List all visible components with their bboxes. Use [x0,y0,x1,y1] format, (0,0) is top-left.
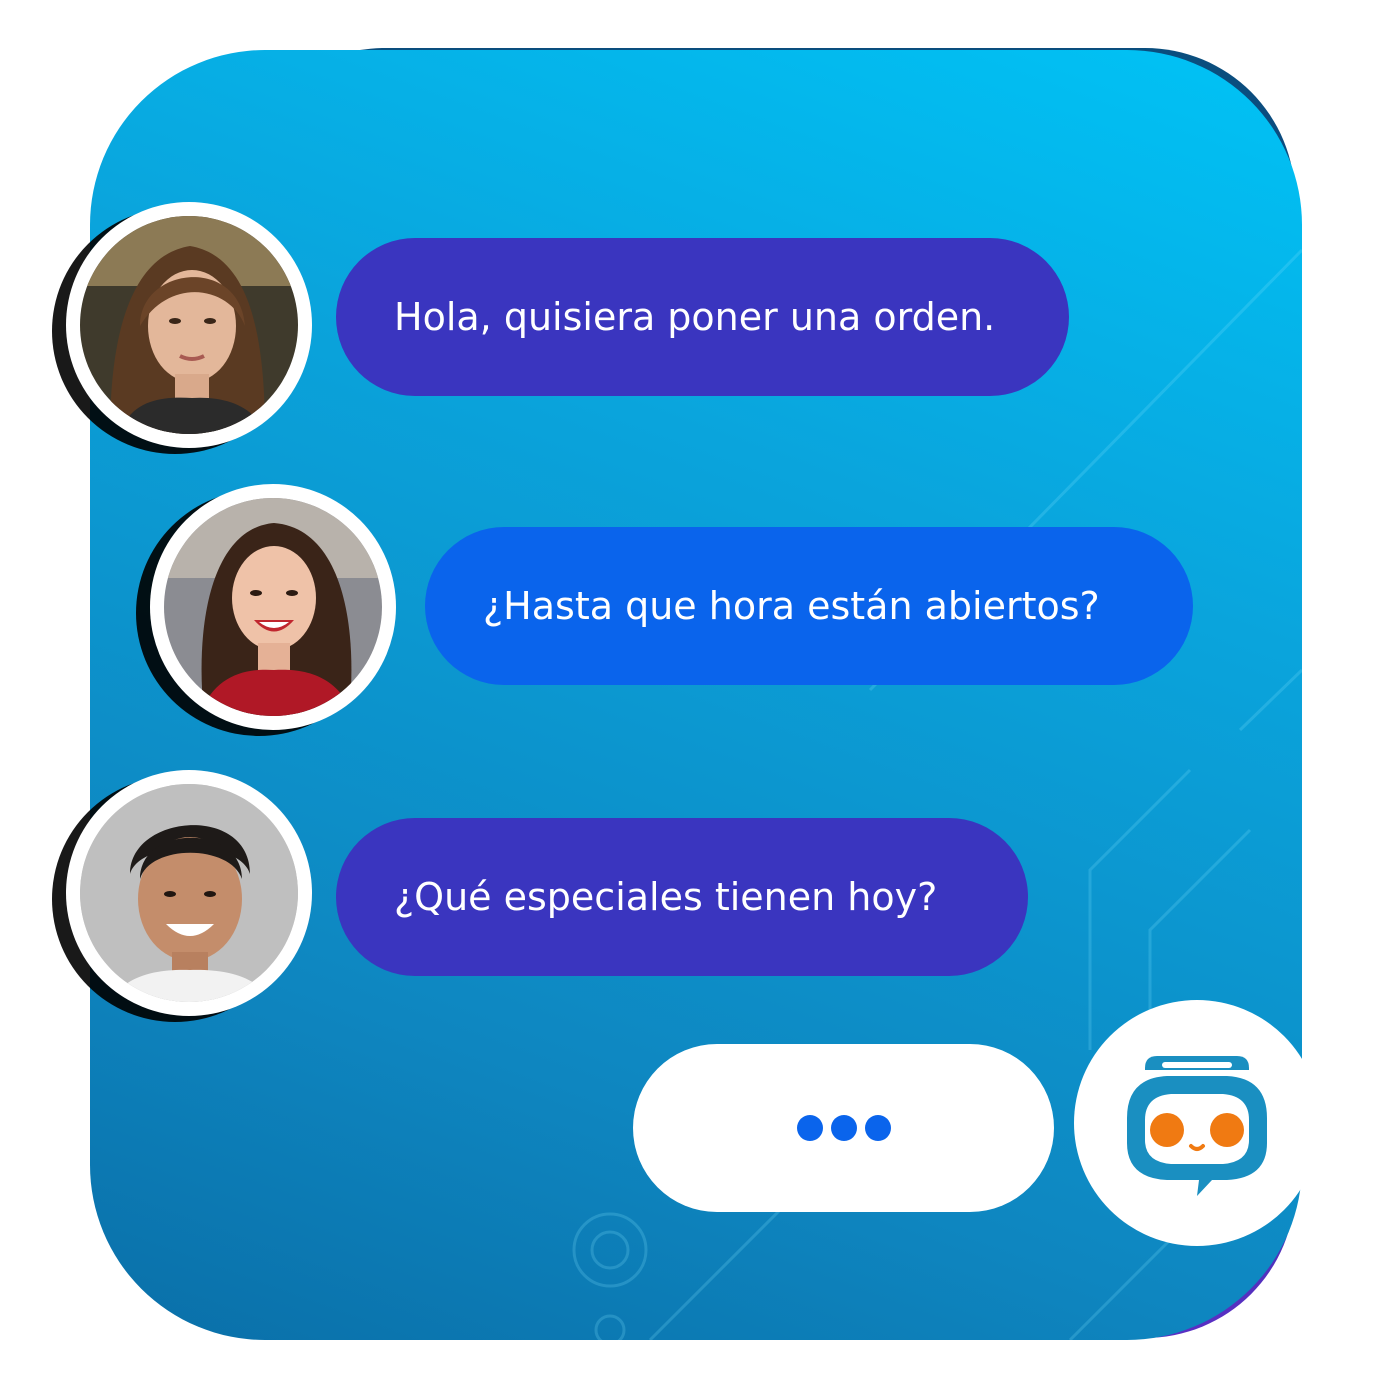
message-bubble-3: ¿Qué especiales tienen hoy? [336,818,1028,976]
chat-illustration: Hola, quisiera poner una orden. ¿Hasta q… [0,0,1390,1390]
typing-dot [864,1115,891,1141]
message-bubble-2: ¿Hasta que hora están abiertos? [425,527,1193,685]
avatar-woman-smiling [150,484,396,730]
chatbot-avatar[interactable] [1074,1000,1320,1246]
typing-dot [796,1115,823,1141]
chatbot-robot-icon [1127,1056,1267,1196]
typing-indicator [633,1044,1054,1212]
message-bubble-1: Hola, quisiera poner una orden. [336,238,1069,396]
message-text-1: Hola, quisiera poner una orden. [394,295,996,339]
man-smiling-photo [80,784,298,1002]
avatar-man-smiling [66,770,312,1016]
message-text-3: ¿Qué especiales tienen hoy? [394,875,938,919]
woman-long-hair-photo [80,216,298,434]
typing-dot [830,1115,857,1141]
message-text-2: ¿Hasta que hora están abiertos? [483,584,1100,628]
avatar-woman-long-hair [66,202,312,448]
woman-smiling-photo [164,498,382,716]
